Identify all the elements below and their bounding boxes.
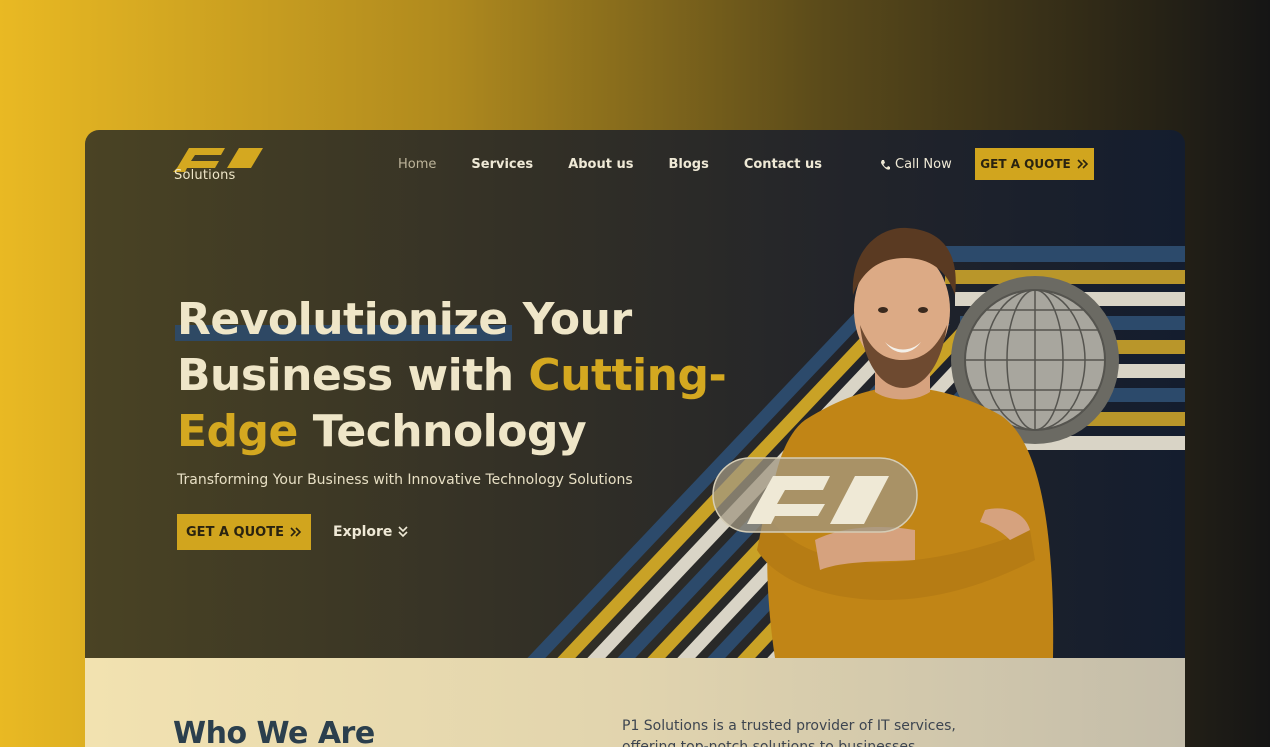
nav-blogs[interactable]: Blogs xyxy=(668,157,708,172)
explore-link[interactable]: Explore xyxy=(333,524,409,540)
nav-services[interactable]: Services xyxy=(471,157,533,172)
double-chevron-down-icon xyxy=(398,526,409,538)
headline-line3-rest: Technology xyxy=(297,406,587,457)
phone-icon xyxy=(881,159,890,170)
call-now-link[interactable]: Call Now xyxy=(880,157,952,172)
logo-text: Solutions xyxy=(174,168,236,183)
header-get-quote-label: GET A QUOTE xyxy=(980,157,1071,171)
double-chevron-right-icon xyxy=(290,527,302,537)
section-title: Who We Are xyxy=(173,716,375,747)
call-now-label: Call Now xyxy=(895,157,952,172)
hero-subtitle: Transforming Your Business with Innovati… xyxy=(177,472,633,488)
hero-section: Solutions Home Services About us Blogs C… xyxy=(85,130,1185,658)
nav-about[interactable]: About us xyxy=(568,157,633,172)
section-description: P1 Solutions is a trusted provider of IT… xyxy=(622,718,956,747)
header-get-quote-button[interactable]: GET A QUOTE xyxy=(975,148,1094,180)
headline-line3-accent: Edge xyxy=(177,406,298,457)
headline-line2-start: Business with xyxy=(177,350,529,401)
headline-line2-accent: Cutting- xyxy=(528,350,727,401)
nav-contact[interactable]: Contact us xyxy=(744,157,822,172)
page-frame: Solutions Home Services About us Blogs C… xyxy=(85,130,1185,747)
hero-headline: Revolutionize Your Business with Cutting… xyxy=(177,292,737,460)
who-we-are-section: Who We Are P1 Solutions is a trusted pro… xyxy=(85,658,1185,747)
headline-highlight-word: Revolutionize xyxy=(177,294,508,345)
brand-logo[interactable]: Solutions xyxy=(173,146,265,184)
hero-get-quote-button[interactable]: GET A QUOTE xyxy=(177,514,311,550)
double-chevron-right-icon xyxy=(1077,159,1088,169)
explore-label: Explore xyxy=(333,524,393,540)
hero-get-quote-label: GET A QUOTE xyxy=(186,524,284,540)
main-nav: Home Services About us Blogs Contact us xyxy=(398,157,857,172)
headline-line1-rest: Your xyxy=(507,294,633,345)
nav-home[interactable]: Home xyxy=(398,157,436,172)
